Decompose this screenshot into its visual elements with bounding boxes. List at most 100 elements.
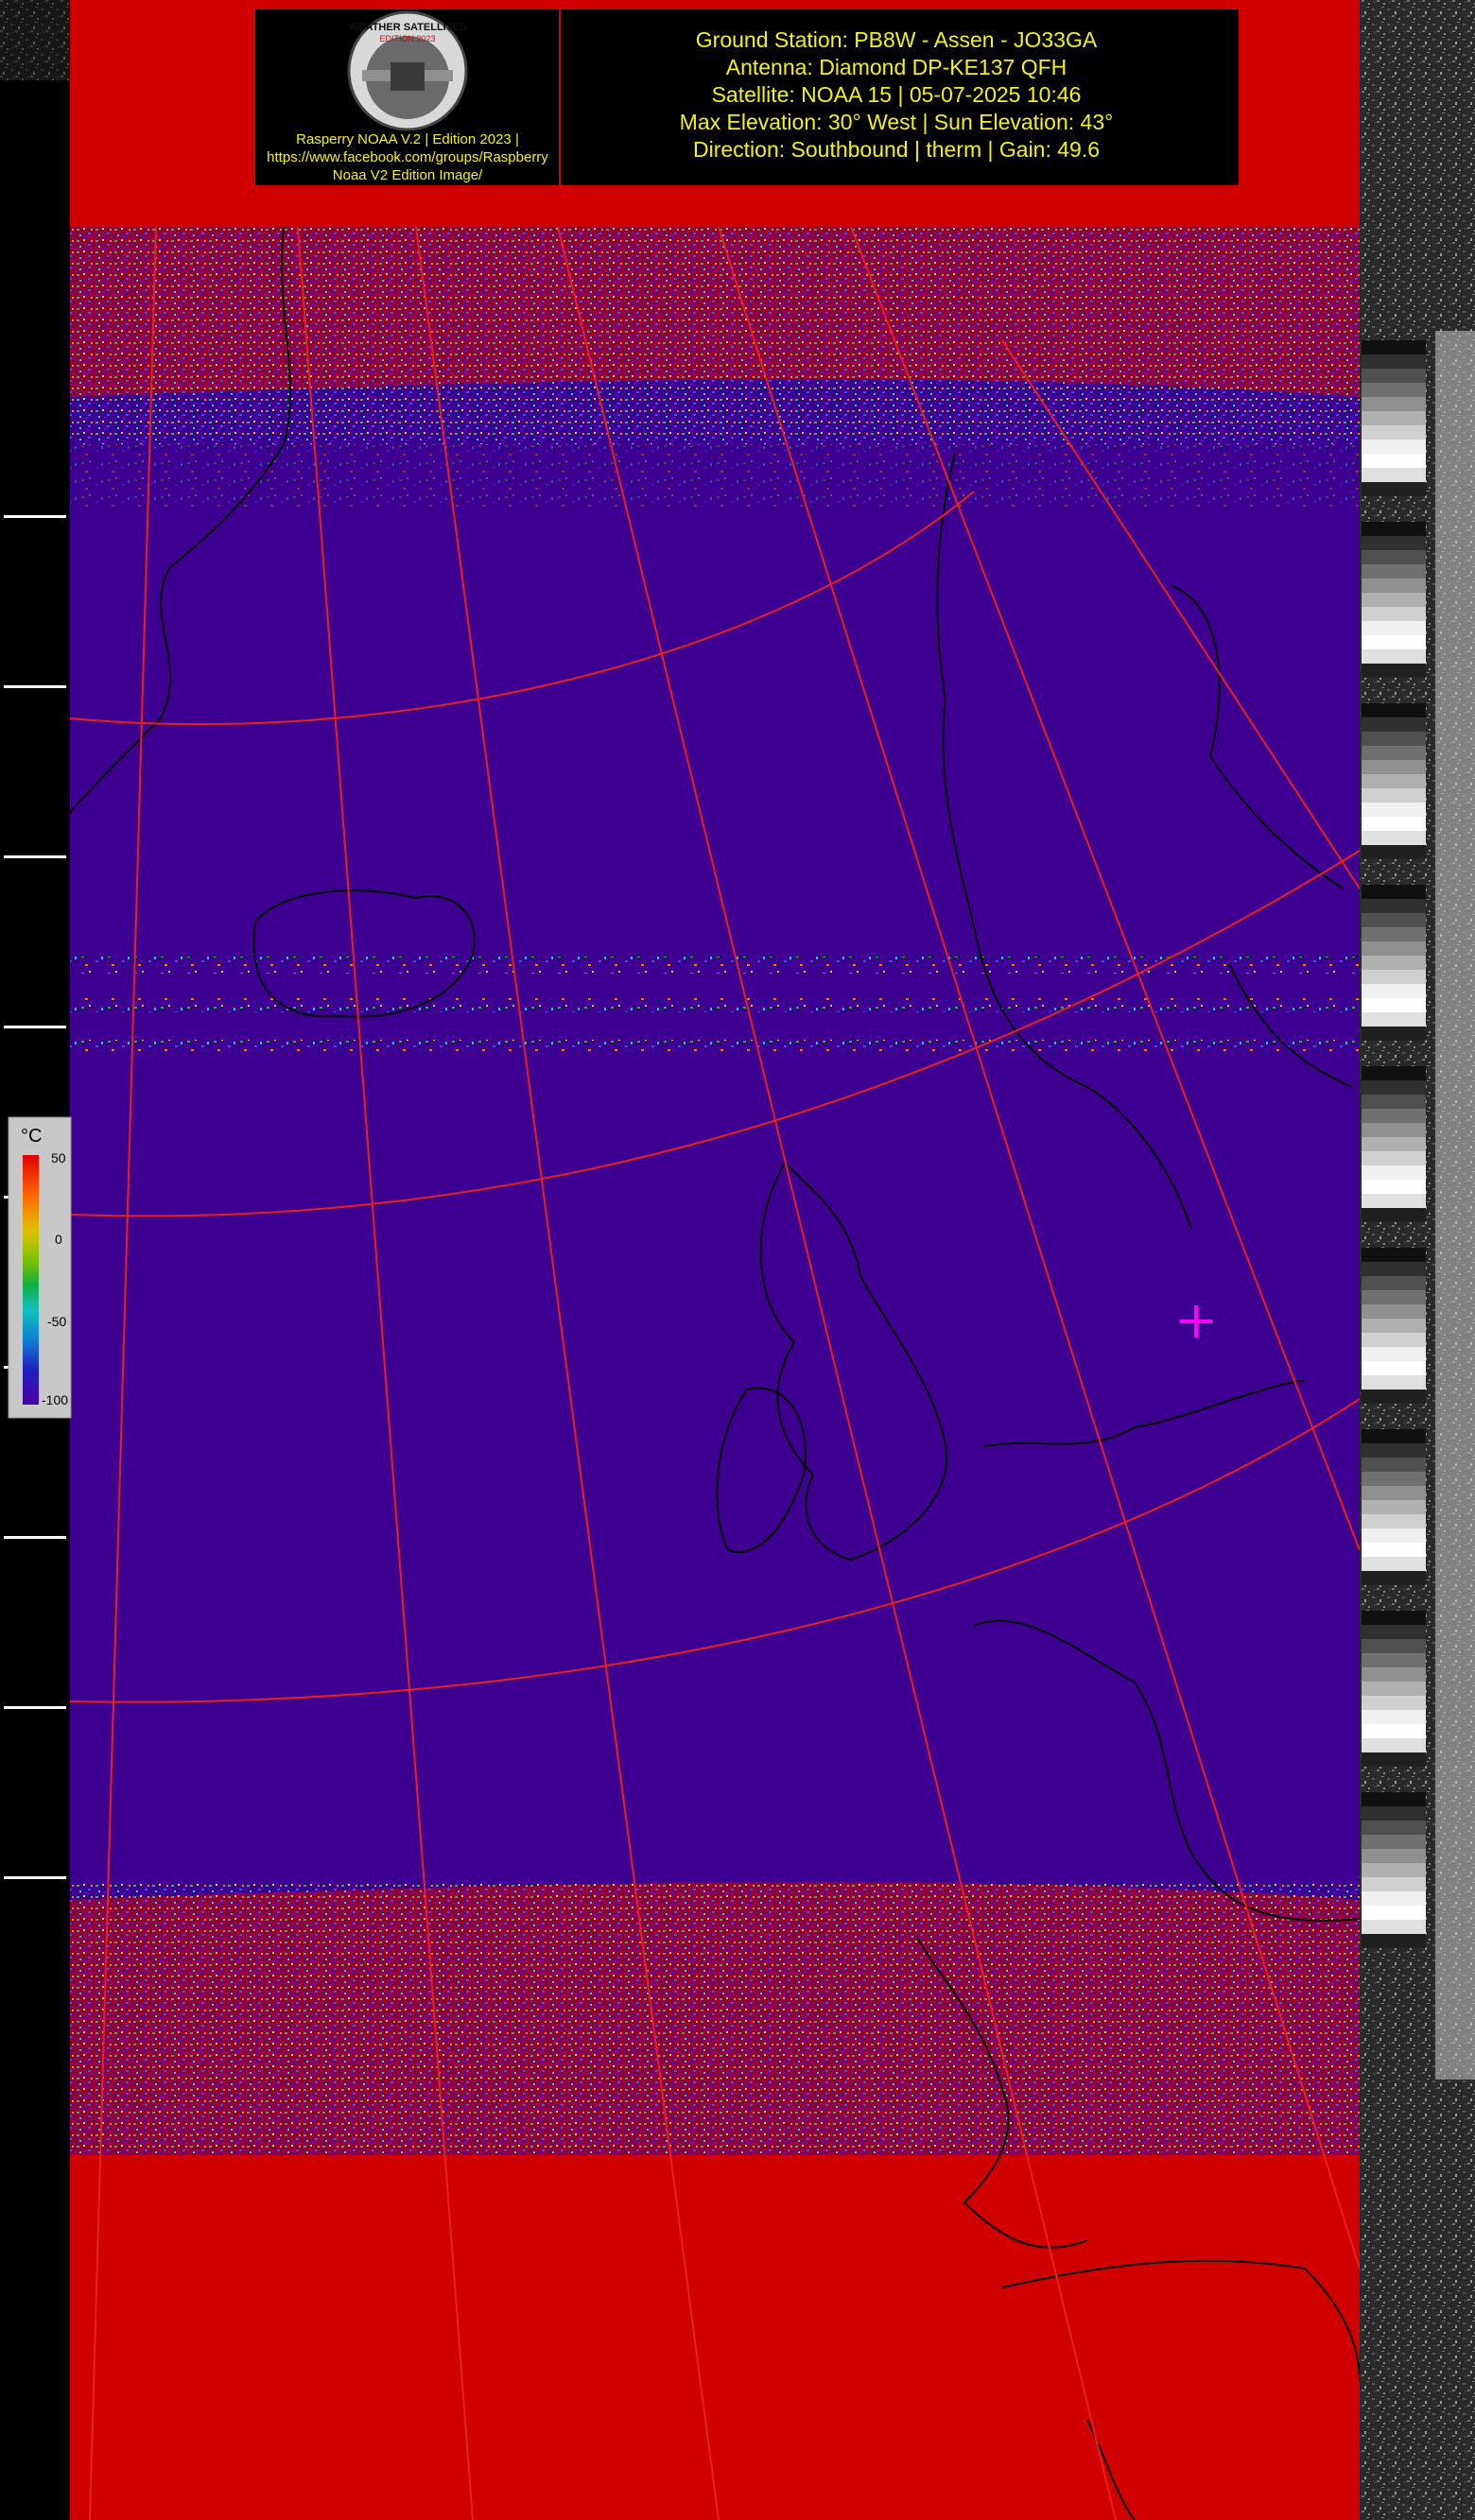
calibration-wedge-step	[1362, 1319, 1426, 1333]
calibration-wedge-step	[1362, 468, 1426, 482]
calibration-wedge-step	[1362, 1027, 1426, 1041]
calibration-wedge-step	[1362, 1137, 1426, 1151]
calibration-wedge-step	[1362, 1934, 1426, 1948]
calibration-wedge-step	[1362, 803, 1426, 817]
calibration-wedge-step	[1362, 817, 1426, 831]
scale-tick-0: 0	[55, 1232, 62, 1247]
calibration-wedge-step	[1362, 1248, 1426, 1262]
calibration-wedge-step	[1362, 1165, 1426, 1180]
calibration-wedge-step	[1362, 1012, 1426, 1027]
calibration-wedge-step	[1362, 774, 1426, 788]
calibration-wedge-step	[1362, 1891, 1426, 1906]
calibration-wedge-step	[1362, 1920, 1426, 1934]
calibration-wedge-step	[1362, 1639, 1426, 1653]
calibration-wedge-step	[1362, 1333, 1426, 1347]
calibration-wedge-step	[1362, 1682, 1426, 1696]
minute-marker	[4, 515, 66, 518]
noise-line-2	[70, 997, 1360, 1012]
calibration-wedge-step	[1362, 369, 1426, 383]
calibration-wedge-step	[1362, 1724, 1426, 1738]
calibration-wedge-step	[1362, 1710, 1426, 1724]
calibration-wedge-step	[1362, 717, 1426, 732]
calibration-wedge-step	[1362, 1429, 1426, 1443]
calibration-wedge-step	[1362, 522, 1426, 536]
calibration-wedge-step	[1362, 788, 1426, 803]
calibration-wedge-step	[1362, 354, 1426, 369]
logo-caption-line-1: Rasperry NOAA V.2 | Edition 2023 |	[296, 131, 519, 147]
calibration-wedge-step	[1362, 649, 1426, 664]
calibration-wedge-step	[1362, 340, 1426, 354]
speckle-band-north	[70, 227, 1360, 444]
calibration-wedge-step	[1362, 1472, 1426, 1486]
calibration-wedge-step	[1362, 607, 1426, 621]
calibration-wedge-step	[1362, 564, 1426, 578]
calibration-wedge-step	[1362, 550, 1426, 564]
calibration-wedge-step	[1362, 621, 1426, 635]
header-ground-station: Ground Station: PB8W - Assen - JO33GA	[696, 27, 1098, 52]
calibration-wedge-step	[1362, 998, 1426, 1012]
logo-caption-line-3: Noaa V2 Edition Image/	[333, 167, 483, 183]
calibration-wedge-step	[1362, 927, 1426, 941]
satellite-image-frame: WEATHER SATELLITES EDITION 2023 Rasperry…	[0, 0, 1475, 2520]
calibration-wedge-step	[1362, 1080, 1426, 1095]
calibration-wedge-step	[1362, 1389, 1426, 1404]
logo-caption-line-2: https://www.facebook.com/groups/Raspberr…	[267, 149, 548, 165]
calibration-wedge-step	[1362, 1528, 1426, 1543]
calibration-wedge-step	[1362, 703, 1426, 717]
calibration-wedge-step	[1362, 1696, 1426, 1710]
calibration-wedge-step	[1362, 1123, 1426, 1137]
calibration-wedge-step	[1362, 1806, 1426, 1821]
calibration-wedge-step	[1362, 1557, 1426, 1571]
minute-marker	[4, 1706, 66, 1709]
noaa-thermal-image: WEATHER SATELLITES EDITION 2023 Rasperry…	[0, 0, 1475, 2520]
calibration-wedge-step	[1362, 1667, 1426, 1682]
calibration-wedge-step	[1362, 1543, 1426, 1557]
temperature-unit: °C	[21, 1126, 42, 1147]
calibration-wedge-step	[1362, 482, 1426, 496]
calibration-wedge-step	[1362, 1738, 1426, 1752]
calibration-wedge-step	[1362, 845, 1426, 859]
calibration-wedge-step	[1362, 1877, 1426, 1891]
scale-tick-50: 50	[51, 1150, 66, 1165]
calibration-wedge-step	[1362, 1290, 1426, 1304]
calibration-wedge-step	[1362, 1821, 1426, 1835]
calibration-wedge-step	[1362, 1208, 1426, 1222]
calibration-wedge-step	[1362, 1276, 1426, 1290]
calibration-wedge-step	[1362, 1375, 1426, 1389]
calibration-wedge-step	[1362, 984, 1426, 998]
calibration-wedge-step	[1362, 1625, 1426, 1639]
calibration-wedge-step	[1362, 593, 1426, 607]
calibration-wedge-step	[1362, 1262, 1426, 1276]
header-elevation: Max Elevation: 30° West | Sun Elevation:…	[680, 110, 1114, 134]
calibration-wedge-step	[1362, 885, 1426, 899]
minute-marker	[4, 685, 66, 688]
calibration-wedge-step	[1362, 1611, 1426, 1625]
calibration-wedge-step	[1362, 1151, 1426, 1165]
calibration-wedge-step	[1362, 1792, 1426, 1806]
calibration-wedge-step	[1362, 397, 1426, 411]
calibration-wedge-step	[1362, 913, 1426, 927]
calibration-wedge-step	[1362, 1752, 1426, 1767]
minute-marker	[4, 1876, 66, 1879]
calibration-wedge-step	[1362, 899, 1426, 913]
calibration-wedge-step	[1362, 941, 1426, 956]
calibration-wedge-step	[1362, 1180, 1426, 1194]
calibration-wedge-step	[1362, 440, 1426, 454]
calibration-wedge-step	[1362, 1500, 1426, 1514]
cold-region	[70, 379, 1360, 1900]
calibration-wedge-step	[1362, 425, 1426, 440]
calibration-wedge-step	[1362, 831, 1426, 845]
logo-badge-subtext: EDITION 2023	[379, 34, 435, 43]
header-box: WEATHER SATELLITES EDITION 2023 Rasperry…	[255, 9, 1239, 185]
calibration-wedge-step	[1362, 383, 1426, 397]
calibration-wedges	[1362, 340, 1426, 1948]
calibration-wedge-step	[1362, 1361, 1426, 1375]
calibration-wedge-step	[1362, 1653, 1426, 1667]
calibration-wedge-step	[1362, 1906, 1426, 1920]
scale-tick-minus-100: -100	[42, 1392, 68, 1407]
temperature-scale: °C 50 0 -50 -100	[8, 1116, 72, 1419]
calibration-wedge-step	[1362, 1458, 1426, 1472]
calibration-wedge-step	[1362, 536, 1426, 550]
right-telemetry-strip	[1360, 0, 1475, 2520]
calibration-wedge-step	[1362, 411, 1426, 425]
